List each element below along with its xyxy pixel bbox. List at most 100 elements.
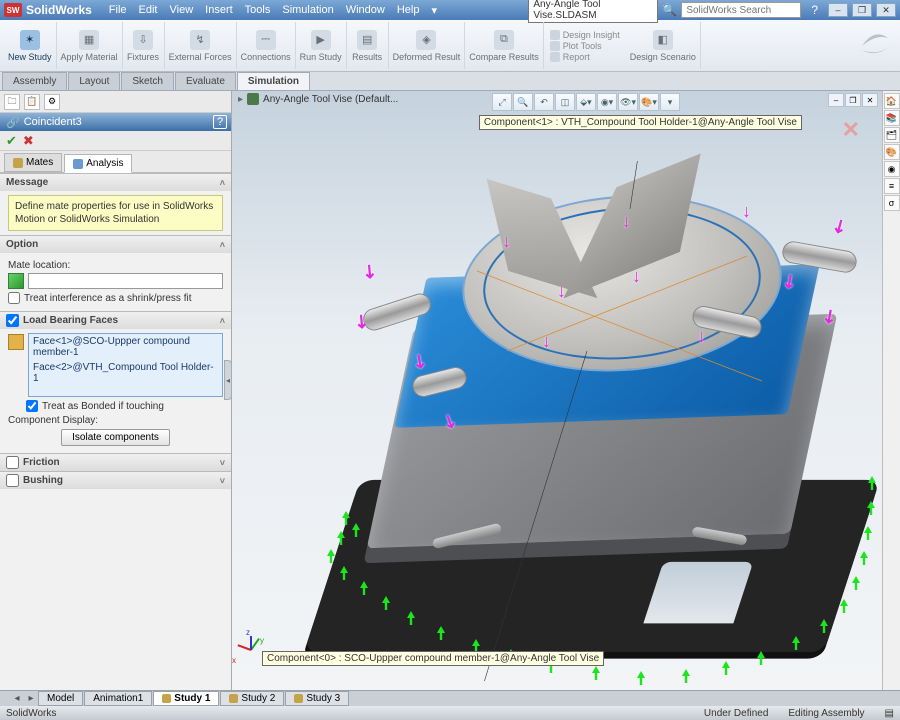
triad-z-label: z bbox=[246, 628, 250, 637]
ribbon-apply-material[interactable]: ▦Apply Material bbox=[57, 22, 123, 69]
view-palette-icon[interactable]: 🎨 bbox=[884, 144, 900, 160]
bottom-tab-study1[interactable]: Study 1 bbox=[153, 691, 219, 706]
zoom-area-icon[interactable]: 🔍 bbox=[513, 93, 533, 111]
appearance-icon[interactable]: 🎨▾ bbox=[639, 93, 659, 111]
chevron-up-icon: ˄ bbox=[220, 240, 225, 250]
hide-show-icon[interactable]: 👁▾ bbox=[618, 93, 638, 111]
ribbon: ✶New Study ▦Apply Material ⇩Fixtures ↯Ex… bbox=[0, 20, 900, 72]
ribbon-fixtures[interactable]: ⇩Fixtures bbox=[123, 22, 165, 69]
ribbon-new-study[interactable]: ✶New Study bbox=[4, 22, 57, 69]
face-list-item[interactable]: Face<1>@SCO-Uppper compound member-1 bbox=[29, 334, 222, 360]
section-view-icon[interactable]: ◫ bbox=[555, 93, 575, 111]
ribbon-report[interactable]: Report bbox=[550, 52, 620, 62]
menu-tools[interactable]: Tools bbox=[240, 2, 276, 19]
load-arrow-icon: ↓ bbox=[502, 231, 511, 252]
bushing-enable-checkbox[interactable] bbox=[6, 474, 19, 487]
tab-layout[interactable]: Layout bbox=[68, 72, 120, 90]
display-style-icon[interactable]: ◉▾ bbox=[597, 93, 617, 111]
simulation-pane-icon[interactable]: σ bbox=[884, 195, 900, 211]
zoom-fit-icon[interactable]: ⤢ bbox=[492, 93, 512, 111]
load-arrow-icon: ↙ bbox=[828, 214, 852, 240]
ribbon-compare-results[interactable]: ⧉Compare Results bbox=[465, 22, 544, 69]
panel-collapse-handle[interactable]: ◂ bbox=[224, 360, 232, 400]
bottom-tab-model[interactable]: Model bbox=[38, 691, 83, 706]
section-friction-header[interactable]: Friction˅ bbox=[0, 454, 231, 471]
close-button[interactable]: ✕ bbox=[876, 3, 896, 17]
doc-restore-button[interactable]: ❐ bbox=[845, 93, 861, 107]
section-load-bearing-header[interactable]: Load Bearing Faces˄ bbox=[0, 312, 231, 329]
ribbon-external-forces[interactable]: ↯External Forces bbox=[165, 22, 237, 69]
property-manager-icon[interactable]: 📋 bbox=[24, 94, 40, 110]
subtab-mates[interactable]: Mates bbox=[4, 153, 62, 172]
interference-checkbox-row[interactable]: Treat interference as a shrink/press fit bbox=[8, 292, 223, 304]
ribbon-run-study[interactable]: ▶Run Study bbox=[296, 22, 347, 69]
ribbon-design-insight[interactable]: Design Insight bbox=[550, 30, 620, 40]
menu-window[interactable]: Window bbox=[341, 2, 390, 19]
tabs-scroll-right[interactable]: ▸ bbox=[24, 693, 38, 704]
custom-props-icon[interactable]: ≡ bbox=[884, 178, 900, 194]
face-selection-icon[interactable] bbox=[8, 334, 24, 350]
face-list-item[interactable]: Face<2>@VTH_Compound Tool Holder-1 bbox=[29, 360, 222, 386]
doc-minimize-button[interactable]: – bbox=[828, 93, 844, 107]
viewport-close-icon[interactable]: ✕ bbox=[842, 117, 860, 143]
chevron-up-icon: ˄ bbox=[220, 316, 225, 326]
feature-manager-icon[interactable]: 🗀 bbox=[4, 94, 20, 110]
section-option-header[interactable]: Option˄ bbox=[0, 236, 231, 253]
menu-file[interactable]: File bbox=[104, 2, 132, 19]
tree-expand-icon[interactable]: ▸ bbox=[238, 94, 243, 105]
menu-simulation[interactable]: Simulation bbox=[277, 2, 338, 19]
section-message-header[interactable]: Message˄ bbox=[0, 174, 231, 191]
resources-icon[interactable]: 🏠 bbox=[884, 93, 900, 109]
file-explorer-icon[interactable]: 🗂 bbox=[884, 127, 900, 143]
face-list[interactable]: Face<1>@SCO-Uppper compound member-1 Fac… bbox=[28, 333, 223, 397]
appearances-icon[interactable]: ◉ bbox=[884, 161, 900, 177]
interference-checkbox[interactable] bbox=[8, 292, 20, 304]
bottom-tab-study3[interactable]: Study 3 bbox=[285, 691, 349, 706]
ribbon-deformed-result[interactable]: ◈Deformed Result bbox=[389, 22, 466, 69]
help-icon[interactable]: ? bbox=[811, 3, 818, 17]
menu-insert[interactable]: Insert bbox=[200, 2, 238, 19]
tab-simulation[interactable]: Simulation bbox=[237, 72, 310, 90]
view-orientation-icon[interactable]: ⬙▾ bbox=[576, 93, 596, 111]
analysis-tab-icon bbox=[73, 159, 83, 169]
scene-icon[interactable]: ▾ bbox=[660, 93, 680, 111]
ribbon-design-scenario[interactable]: ◧Design Scenario bbox=[626, 22, 701, 69]
ribbon-connections[interactable]: ⎓Connections bbox=[237, 22, 296, 69]
status-extra-icon[interactable]: ▤ bbox=[885, 708, 894, 719]
mate-location-input[interactable] bbox=[28, 273, 223, 289]
tab-sketch[interactable]: Sketch bbox=[121, 72, 174, 90]
bottom-tab-animation[interactable]: Animation1 bbox=[84, 691, 152, 706]
view-triad[interactable]: x y z bbox=[236, 634, 266, 664]
subtab-analysis[interactable]: Analysis bbox=[64, 154, 132, 173]
menu-view[interactable]: View bbox=[165, 2, 199, 19]
bonded-checkbox[interactable] bbox=[26, 400, 38, 412]
doc-close-button[interactable]: ✕ bbox=[862, 93, 878, 107]
restore-button[interactable]: ❐ bbox=[852, 3, 872, 17]
study-tab-bar: ◂ ▸ Model Animation1 Study 1 Study 2 Stu… bbox=[0, 690, 900, 706]
menu-help[interactable]: Help bbox=[392, 2, 425, 19]
friction-enable-checkbox[interactable] bbox=[6, 456, 19, 469]
mate-location-icon[interactable] bbox=[8, 273, 24, 289]
ribbon-results[interactable]: ▤Results bbox=[347, 22, 389, 69]
bonded-checkbox-row[interactable]: Treat as Bonded if touching bbox=[26, 400, 223, 412]
search-input[interactable] bbox=[681, 2, 801, 18]
bottom-tab-study2[interactable]: Study 2 bbox=[220, 691, 284, 706]
ok-button[interactable]: ✔ bbox=[6, 133, 17, 149]
design-library-icon[interactable]: 📚 bbox=[884, 110, 900, 126]
prev-view-icon[interactable]: ↶ bbox=[534, 93, 554, 111]
menu-edit[interactable]: Edit bbox=[134, 2, 163, 19]
section-bushing-header[interactable]: Bushing˅ bbox=[0, 472, 231, 489]
graphics-viewport[interactable]: ▸ Any-Angle Tool Vise (Default... ⤢ 🔍 ↶ … bbox=[232, 91, 882, 692]
ribbon-plot-tools[interactable]: Plot Tools bbox=[550, 41, 620, 51]
model-geometry[interactable]: ↘ ↘ ↘ ↘ ↓ ↓ ↓ ↓ ↓ ↓ ↓ ↙ ↙ ↙ bbox=[292, 161, 852, 681]
propmgr-help-button[interactable]: ? bbox=[213, 115, 227, 129]
load-bearing-enable-checkbox[interactable] bbox=[6, 314, 19, 327]
tabs-scroll-left[interactable]: ◂ bbox=[10, 693, 24, 704]
isolate-components-button[interactable]: Isolate components bbox=[61, 429, 170, 446]
menu-dropdown-icon[interactable]: ▾ bbox=[426, 2, 442, 19]
minimize-button[interactable]: – bbox=[828, 3, 848, 17]
tab-evaluate[interactable]: Evaluate bbox=[175, 72, 236, 90]
cancel-button[interactable]: ✖ bbox=[23, 133, 34, 149]
config-manager-icon[interactable]: ⚙ bbox=[44, 94, 60, 110]
tab-assembly[interactable]: Assembly bbox=[2, 72, 67, 90]
